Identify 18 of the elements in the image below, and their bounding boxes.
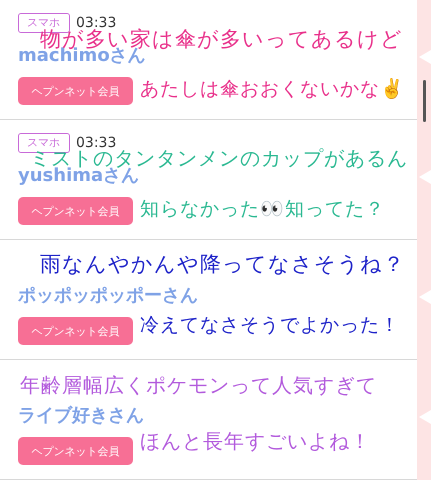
scroll-thumb[interactable] — [423, 80, 426, 122]
caption-text: 知らなかった👀知ってた？ — [140, 197, 385, 222]
member-button[interactable]: ヘプンネット会員 — [18, 77, 133, 105]
caption-text: ほんと長年すごいよね！ — [140, 428, 371, 455]
notch-icon — [419, 50, 431, 64]
user-name[interactable]: ポッポッポッポーさん — [18, 283, 198, 307]
caption-text: 雨なんやかんや降ってなさそうね？ — [40, 251, 405, 278]
notch-icon — [419, 290, 431, 304]
caption-text: 年齢層幅広くポケモンって人気すぎて — [20, 372, 377, 399]
post-time: 03:33 — [76, 135, 116, 151]
caption-text: 冷えてなさそうでよかった！ — [140, 313, 400, 338]
member-button[interactable]: ヘプンネット会員 — [18, 197, 133, 225]
member-button[interactable]: ヘプンネット会員 — [18, 437, 133, 465]
user-name[interactable]: ライブ好きさん — [18, 403, 144, 427]
notch-icon — [419, 170, 431, 184]
member-button[interactable]: ヘプンネット会員 — [18, 317, 133, 345]
notch-icon — [419, 410, 431, 424]
caption-text: あたしは傘おおくないかな✌ — [140, 77, 405, 102]
